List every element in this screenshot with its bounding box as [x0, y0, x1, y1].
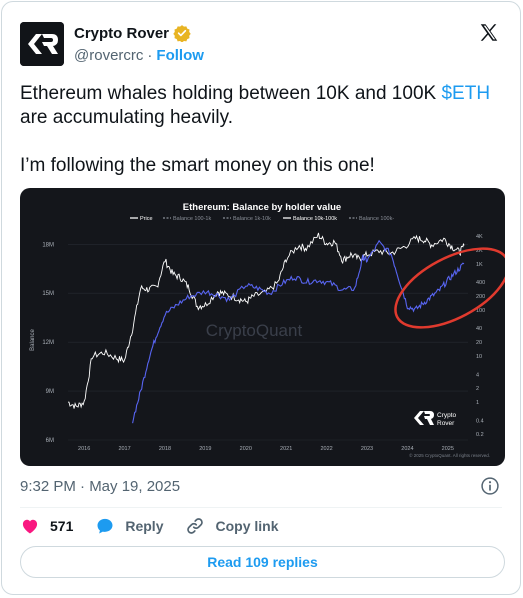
right-axis: 4K2K1K4002001004020104210.40.2 [476, 234, 485, 438]
legend-label: Balance 10k-100k [293, 216, 337, 222]
tweet-media-image[interactable]: Ethereum: Balance by holder value Price B… [20, 188, 505, 466]
info-icon[interactable] [480, 476, 500, 496]
right-tick-label: 200 [476, 294, 485, 300]
tweet-text-line1: Ethereum whales holding between 10K and … [20, 83, 442, 104]
right-tick-label: 1 [476, 400, 479, 406]
action-bar: 571 Reply Copy link [20, 516, 301, 536]
right-tick-label: 0.2 [476, 432, 484, 438]
x-tick-label: 2024 [401, 446, 413, 452]
right-tick-label: 400 [476, 280, 485, 286]
x-tick-label: 2018 [159, 446, 171, 452]
x-tick-label: 2020 [240, 446, 252, 452]
separator-dot: · [147, 47, 153, 64]
x-logo-icon[interactable] [478, 22, 500, 44]
right-tick-label: 40 [476, 326, 482, 332]
author-name-row: Crypto Rover [74, 24, 191, 42]
legend-item: Balance 100k- [349, 216, 394, 222]
reply-button[interactable]: Reply [95, 516, 163, 536]
right-tick-label: 2 [476, 386, 479, 392]
reply-label: Reply [125, 518, 164, 534]
verified-badge-icon[interactable] [173, 24, 191, 42]
crypto-rover-logo-icon [20, 22, 64, 66]
x-tick-label: 2016 [78, 446, 90, 452]
right-tick-label: 4K [476, 234, 483, 240]
left-axis: 18M 15M 12M 9M 6M [42, 242, 54, 444]
left-tick-label: 15M [42, 291, 54, 297]
x-tick-label: 2021 [280, 446, 292, 452]
chart-gridlines [68, 244, 468, 441]
x-tick-label: 2017 [118, 446, 130, 452]
legend-item: Price [130, 216, 153, 222]
divider [20, 507, 502, 508]
x-tick-label: 2025 [442, 446, 454, 452]
crypto-rover-watermark-line2: Rover [437, 420, 455, 427]
follow-button[interactable]: Follow [156, 47, 204, 64]
legend-label: Balance 1k-10k [233, 216, 271, 222]
like-button[interactable]: 571 [20, 516, 73, 536]
crypto-rover-watermark-line1: Crypto [437, 412, 457, 419]
tweet-paragraph-2: I’m following the smart money on this on… [20, 155, 375, 176]
copy-link-label: Copy link [215, 518, 279, 534]
legend-item: Balance 100-1k [163, 216, 211, 222]
like-count: 571 [50, 518, 74, 534]
tweet-text-line2: are accumulating heavily. [20, 107, 233, 128]
chart-footnote: © 2025 CryptoQuant. All rights reserved. [409, 452, 490, 458]
avatar[interactable] [20, 22, 64, 66]
reply-bubble-icon [97, 518, 113, 534]
tweet-text: Ethereum whales holding between 10K and … [20, 82, 510, 178]
right-tick-label: 10 [476, 354, 482, 360]
left-tick-label: 6M [46, 438, 54, 444]
right-tick-label: 1K [476, 262, 483, 268]
heart-icon [22, 519, 38, 534]
x-tick-label: 2023 [361, 446, 373, 452]
crypto-rover-watermark-logo: Crypto Rover [414, 411, 457, 427]
handle-row: @rovercrc · Follow [74, 47, 204, 64]
cashtag-link[interactable]: $ETH [441, 83, 490, 104]
read-replies-button[interactable]: Read 109 replies [20, 546, 505, 578]
author-handle[interactable]: @rovercrc [74, 47, 143, 64]
right-tick-label: 4 [476, 372, 479, 378]
legend-item: Balance 10k-100k [283, 216, 337, 222]
chart-legend: Price Balance 100-1k Balance 1k-10k Balance… [130, 216, 394, 222]
left-tick-label: 12M [42, 340, 54, 346]
balance-chart: Ethereum: Balance by holder value Price B… [30, 202, 505, 458]
left-tick-label: 9M [46, 389, 54, 395]
legend-item: Balance 1k-10k [223, 216, 271, 222]
legend-label: Price [140, 216, 153, 222]
cryptoquant-watermark: CryptoQuant [206, 321, 303, 340]
x-tick-label: 2022 [320, 446, 332, 452]
y-axis-label: Balance [30, 328, 36, 350]
legend-label: Balance 100-1k [173, 216, 211, 222]
copy-link-button[interactable]: Copy link [185, 516, 279, 536]
author-name[interactable]: Crypto Rover [74, 25, 169, 42]
chart-title: Ethereum: Balance by holder value [183, 202, 341, 213]
tweet-card[interactable]: Crypto Rover @rovercrc · Follow Ethereum… [1, 1, 521, 595]
right-tick-label: 0.4 [476, 418, 484, 424]
x-tick-label: 2019 [199, 446, 211, 452]
link-icon [187, 518, 204, 534]
tweet-timestamp[interactable]: 9:32 PM · May 19, 2025 [20, 478, 180, 495]
legend-label: Balance 100k- [359, 216, 394, 222]
left-tick-label: 18M [42, 242, 54, 248]
x-axis: 2016 2017 2018 2019 2020 2021 2022 2023 2024 2025 [78, 446, 454, 452]
right-tick-label: 20 [476, 340, 482, 346]
